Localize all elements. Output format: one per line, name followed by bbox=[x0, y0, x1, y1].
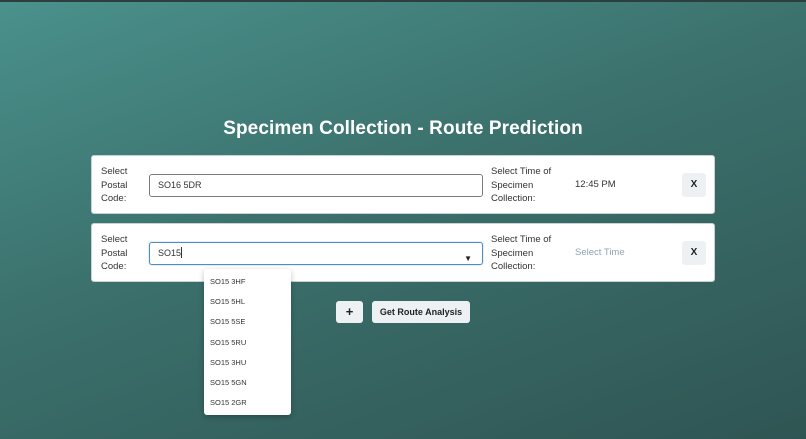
suggestion-item[interactable]: SO15 2GR bbox=[204, 393, 291, 413]
postal-code-label: Select Postal Code: bbox=[101, 166, 128, 204]
postal-code-label: Select Postal Code: bbox=[101, 234, 128, 272]
collection-row-2: Select Postal Code: SO15 ▼ Select Time o… bbox=[91, 223, 715, 282]
remove-row-button[interactable]: X bbox=[682, 173, 706, 197]
text-caret bbox=[181, 247, 183, 258]
add-row-button[interactable]: + bbox=[336, 301, 363, 323]
suggestion-item[interactable]: SO15 5GN bbox=[204, 373, 291, 393]
page-title: Specimen Collection - Route Prediction bbox=[223, 118, 583, 139]
suggestion-item[interactable]: SO15 5RU bbox=[204, 333, 291, 353]
top-border bbox=[0, 0, 806, 2]
collection-time-label: Select Time of Specimen Collection: bbox=[491, 234, 552, 272]
collection-time-input[interactable]: Select Time bbox=[575, 247, 625, 258]
postal-code-value: SO15 bbox=[158, 248, 182, 258]
collection-time-input[interactable]: 12:45 PM bbox=[575, 179, 616, 190]
remove-row-button[interactable]: X bbox=[682, 241, 706, 265]
suggestion-item[interactable]: SO15 5HL bbox=[204, 292, 291, 312]
collection-row-1: Select Postal Code: SO16 5DR Select Time… bbox=[91, 155, 715, 214]
postal-code-value: SO16 5DR bbox=[158, 180, 202, 190]
postal-code-combobox[interactable]: SO15 ▼ bbox=[149, 242, 483, 265]
suggestion-item[interactable]: SO15 3HU bbox=[204, 353, 291, 373]
chevron-down-icon[interactable]: ▼ bbox=[464, 248, 472, 269]
suggestion-item[interactable]: SO15 5SE bbox=[204, 312, 291, 332]
collection-time-label: Select Time of Specimen Collection: bbox=[491, 166, 552, 204]
suggestion-item[interactable]: SO15 3HF bbox=[204, 272, 291, 292]
get-route-analysis-button[interactable]: Get Route Analysis bbox=[372, 301, 470, 323]
postal-code-suggestions: SO15 3HF SO15 5HL SO15 5SE SO15 5RU SO15… bbox=[204, 269, 291, 415]
postal-code-input[interactable]: SO16 5DR bbox=[149, 174, 483, 197]
